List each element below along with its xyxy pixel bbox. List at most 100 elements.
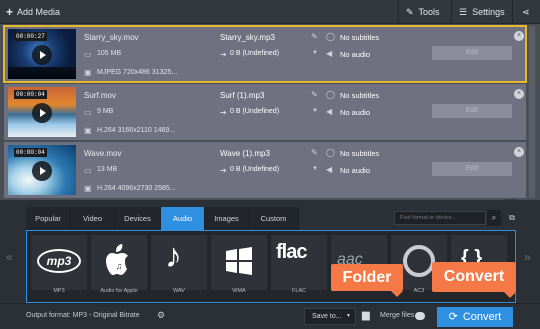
share-icon: ⋖ — [522, 6, 530, 17]
close-icon[interactable]: × — [514, 89, 524, 99]
format-label: FLAC — [291, 288, 307, 294]
scroll-left-icon[interactable]: « — [6, 250, 13, 264]
tab-audio[interactable]: Audio — [161, 207, 205, 230]
tools-label: Tools — [418, 7, 440, 17]
search-icon[interactable]: ⌕ — [487, 210, 501, 226]
source-file-name: Surf.mov — [84, 91, 117, 100]
save-to-select[interactable]: Save to... ▼ — [304, 308, 356, 325]
tools-button[interactable]: ✎ Tools — [406, 0, 440, 24]
subtitles-icon: ◯ — [326, 148, 335, 157]
output-size: 0 B (Undefined) — [230, 166, 280, 173]
ac3-icon — [403, 245, 435, 277]
tab-video[interactable]: Video — [71, 207, 115, 230]
flac-icon: flac — [276, 241, 307, 263]
subtitles-icon: ◯ — [326, 32, 335, 41]
format-label: Audio for Apple — [100, 288, 138, 294]
video-thumbnail: 00:00:27 — [8, 29, 76, 79]
duration-badge: 00:00:04 — [14, 90, 47, 99]
source-file-size: 105 MB — [97, 50, 122, 57]
audio-icon: ◀ — [326, 165, 333, 174]
format-wav[interactable]: ♪ — [151, 235, 207, 290]
convert-button[interactable]: ⟳ Convert — [437, 307, 513, 327]
settings-button[interactable]: ☰ Settings — [459, 0, 505, 24]
file-list: 00:00:27 Starry_sky.mov ▭ 105 MB ▣ MJPEG… — [0, 24, 540, 200]
audio-icon: ◀ — [326, 107, 333, 116]
file-icon: ▭ — [84, 50, 92, 59]
subtitles-select[interactable]: No subtitles — [340, 33, 379, 42]
close-icon[interactable]: × — [514, 147, 524, 157]
video-icon: ▣ — [84, 68, 92, 77]
audio-select[interactable]: No audio — [340, 50, 370, 59]
convert-callout-label: Convert — [443, 268, 505, 285]
plus-icon: + — [6, 5, 14, 19]
source-codec: H.264 3166x2110 1469... — [97, 127, 176, 134]
file-icon: ▭ — [84, 166, 92, 175]
folder-callout: Folder — [331, 264, 404, 297]
pencil-icon[interactable]: ✎ — [311, 90, 318, 99]
menu-icon: ☰ — [459, 6, 468, 17]
play-icon[interactable] — [32, 45, 52, 65]
source-file-size: 13 MB — [97, 166, 118, 173]
close-icon[interactable]: × — [514, 31, 524, 41]
subtitles-select[interactable]: No subtitles — [340, 149, 379, 158]
arrow-icon: ➔ — [220, 166, 227, 175]
edit-button[interactable]: Edit — [432, 46, 512, 60]
save-to-label: Save to... — [312, 313, 342, 320]
pencil-icon[interactable]: ✎ — [311, 32, 318, 41]
output-file-name: Starry_sky.mp3 — [220, 33, 275, 42]
duration-badge: 00:00:04 — [14, 148, 47, 157]
file-row[interactable]: 00:00:04 Wave.mov ▭ 13 MB ▣ H.264 4096x2… — [4, 142, 526, 198]
video-icon: ▣ — [84, 126, 92, 135]
tab-popular[interactable]: Popular — [26, 207, 71, 230]
format-wma[interactable] — [211, 235, 267, 290]
dropdown-icon: ▼ — [346, 313, 351, 319]
play-icon[interactable] — [32, 161, 52, 181]
arrow-icon: ➔ — [220, 50, 227, 59]
folder-callout-label: Folder — [342, 269, 392, 286]
gear-icon[interactable]: ⚙ — [157, 310, 165, 321]
tab-custom[interactable]: Custom — [249, 207, 299, 230]
folder-icon[interactable]: ▆ — [362, 310, 370, 321]
edit-button[interactable]: Edit — [432, 162, 512, 176]
output-file-name: Wave (1).mp3 — [220, 149, 270, 158]
edit-button[interactable]: Edit — [432, 104, 512, 118]
video-thumbnail: 00:00:04 — [8, 87, 76, 137]
source-codec: MJPEG 720x486 31325... — [97, 69, 178, 76]
audio-icon: ◀ — [326, 49, 333, 58]
scrollbar[interactable] — [529, 26, 535, 198]
format-apple-audio[interactable]: ♫ — [91, 235, 147, 290]
format-flac[interactable]: flac — [271, 235, 327, 290]
file-row[interactable]: 00:00:04 Surf.mov ▭ 9 MB ▣ H.264 3166x21… — [4, 84, 526, 140]
dropdown-icon[interactable]: ▼ — [312, 166, 318, 172]
subtitles-select[interactable]: No subtitles — [340, 91, 379, 100]
dropdown-icon[interactable]: ▼ — [312, 50, 318, 56]
format-label: MP3 — [53, 288, 65, 294]
source-file-size: 9 MB — [97, 108, 114, 115]
settings-label: Settings — [472, 7, 505, 17]
subtitles-icon: ◯ — [326, 90, 335, 99]
mp3-icon: mp3 — [37, 249, 81, 273]
file-row[interactable]: 00:00:27 Starry_sky.mov ▭ 105 MB ▣ MJPEG… — [3, 25, 527, 83]
output-format-label: Output format: MP3 - Original Bitrate — [26, 312, 140, 319]
device-detect-icon[interactable]: ⧉ — [505, 210, 519, 226]
top-toolbar: + Add Media ✎ Tools ☰ Settings ⋖ — [0, 0, 540, 24]
scroll-right-icon[interactable]: » — [524, 250, 531, 264]
pencil-icon[interactable]: ✎ — [311, 148, 318, 157]
audio-select[interactable]: No audio — [340, 108, 370, 117]
video-icon: ▣ — [84, 184, 92, 193]
source-codec: H.264 4096x2730 2585... — [97, 185, 176, 192]
convert-icon: ⟳ — [448, 311, 458, 323]
format-mp3[interactable]: mp3 — [31, 235, 87, 290]
tools-icon: ✎ — [406, 6, 414, 17]
tab-devices[interactable]: Devices — [115, 207, 161, 230]
apple-icon: ♫ — [106, 244, 128, 275]
play-icon[interactable] — [32, 103, 52, 123]
tab-images[interactable]: Images — [205, 207, 249, 230]
source-file-name: Starry_sky.mov — [84, 33, 139, 42]
add-media-button[interactable]: + Add Media — [6, 0, 60, 24]
merge-files-toggle[interactable] — [415, 312, 425, 320]
audio-select[interactable]: No audio — [340, 166, 370, 175]
dropdown-icon[interactable]: ▼ — [312, 108, 318, 114]
share-button[interactable]: ⋖ — [522, 0, 530, 24]
format-search-input[interactable] — [394, 211, 486, 225]
